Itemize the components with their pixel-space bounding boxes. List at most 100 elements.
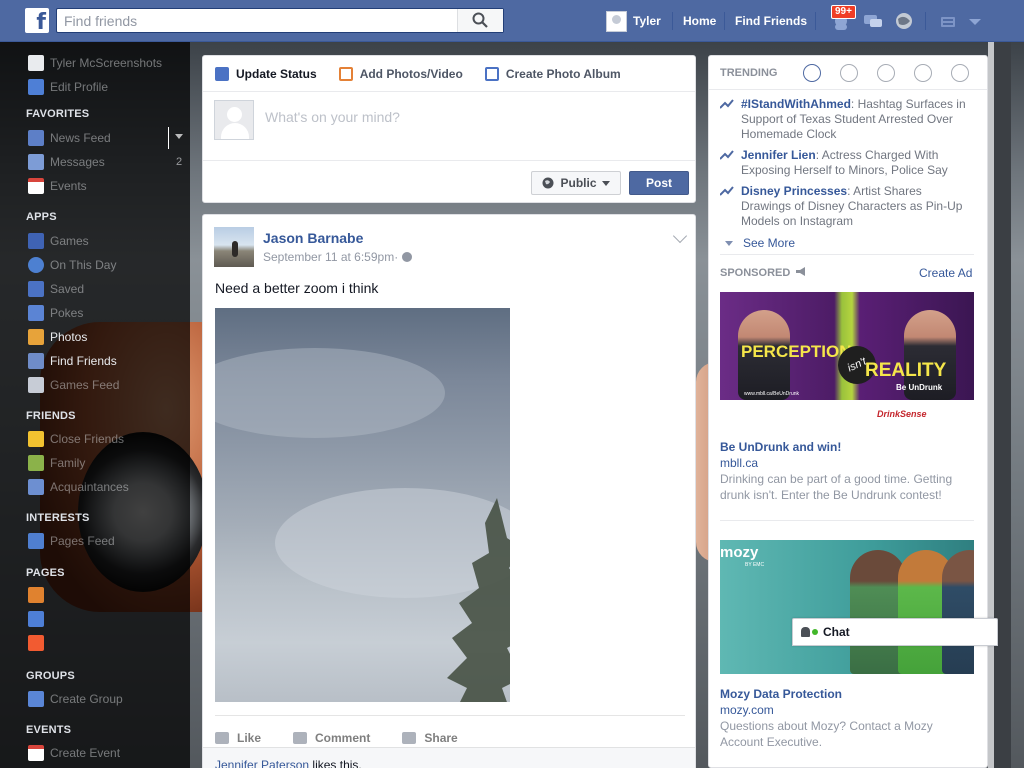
trending-item[interactable]: Disney Princesses: Artist Shares Drawing… [720,184,970,229]
avatar [214,100,254,140]
photo-cloud [215,348,445,438]
sidebar-item-create-event[interactable]: Create Event [28,744,120,762]
ad-image[interactable]: PERCEPTION isn't REALITY Be UnDrunk www.… [720,292,974,426]
sidebar-item-create-group[interactable]: Create Group [28,690,123,708]
ad-url[interactable]: mbll.ca [720,456,758,470]
nav-divider [672,12,673,30]
post-timestamp[interactable]: September 11 at 6:59pm [263,250,394,264]
comment-icon [293,731,308,744]
sidebar-item-games[interactable]: Games [28,232,89,250]
comment-button[interactable]: Comment [293,731,370,745]
tab-label: Add Photos/Video [359,66,463,81]
star-icon [28,431,44,447]
entertainment-icon[interactable] [951,64,969,82]
sidebar-item-photos[interactable]: Photos [28,328,87,346]
ad-person [942,550,974,674]
photo-tree [447,498,510,702]
sidebar-item-page[interactable] [28,634,50,652]
news-feed-options-icon[interactable] [175,134,183,139]
privacy-icon[interactable] [938,10,960,32]
find-friends-link[interactable]: Find Friends [735,14,807,28]
ad-headline: REALITY [865,360,947,381]
sidebar-item-pokes[interactable]: Pokes [28,304,83,322]
top-navigation-bar: f Tyler Home Find Friends 99+ [0,0,1024,42]
author-avatar[interactable] [214,227,254,267]
share-button[interactable]: Share [402,731,458,745]
sidebar-item-page[interactable] [28,586,50,604]
account-menu-icon[interactable] [964,10,986,32]
search-button[interactable] [457,9,503,32]
create-ad-link[interactable]: Create Ad [919,266,972,280]
sidebar-item-on-this-day[interactable]: On This Day [28,256,116,274]
like-button[interactable]: Like [215,731,261,745]
post-author[interactable]: Jason Barnabe [263,230,363,246]
ad-byline: BY EMC [745,562,765,568]
tab-update-status[interactable]: Update Status [215,66,317,81]
sidebar-item-label: Games Feed [50,378,120,392]
politics-icon[interactable] [840,64,858,82]
sidebar-item-pages-feed[interactable]: Pages Feed [28,532,115,550]
ad-url[interactable]: mozy.com [720,703,774,717]
sidebar-item-family[interactable]: Family [28,454,85,472]
ad-image[interactable]: mozy BY EMC [720,540,974,674]
sidebar-item-events[interactable]: Events [28,177,87,195]
ad-headline: PERCEPTION [741,342,852,361]
chat-tab[interactable]: Chat [792,618,998,646]
sidebar-item-label: Pokes [50,306,84,320]
trending-item[interactable]: #IStandWithAhmed: Hashtag Surfaces in Su… [720,97,970,142]
avatar-body [221,123,249,139]
bookmark-icon [28,281,44,297]
facebook-logo-icon[interactable]: f [25,8,49,33]
tab-add-photos[interactable]: Add Photos/Video [338,66,463,81]
trending-arrow-icon [720,150,734,160]
sidebar-item-label: Create Group [50,692,123,706]
post-options-chevron-icon[interactable] [672,228,688,244]
sidebar-item-messages[interactable]: Messages [28,153,105,171]
sidebar-item-label: Find Friends [50,354,117,368]
left-sidebar: Tyler McScreenshots Edit Profile FAVORIT… [0,42,190,768]
trending-arrow-icon [720,186,734,196]
notifications-icon[interactable] [893,10,915,32]
status-composer: Update Status Add Photos/Video Create Ph… [202,55,696,203]
news-feed-icon [28,130,44,146]
sidebar-item-close-friends[interactable]: Close Friends [28,430,124,448]
tab-create-album[interactable]: Create Photo Album [484,66,621,81]
audience-selector-button[interactable]: Public [531,171,621,195]
messages-icon[interactable] [862,10,884,32]
calendar-icon [28,178,44,194]
liker-name[interactable]: Jennifer Paterson [215,758,309,768]
rss-icon [28,533,44,549]
ad-title[interactable]: Mozy Data Protection [720,687,842,701]
sidebar-item-label: Photos [50,330,88,344]
trending-top-icon[interactable] [803,64,821,82]
home-link[interactable]: Home [683,14,716,28]
profile-link[interactable]: Tyler [606,10,661,32]
sidebar-item-news-feed[interactable]: News Feed [28,129,111,147]
see-more-link[interactable]: See More [725,236,795,250]
status-input[interactable] [265,106,675,128]
sidebar-item-profile[interactable]: Tyler McScreenshots [28,54,162,72]
ad-title[interactable]: Be UnDrunk and win! [720,440,841,454]
post-button[interactable]: Post [629,171,689,195]
sidebar-item-games-feed[interactable]: Games Feed [28,376,119,394]
groups-header: GROUPS [26,670,75,682]
sidebar-item-saved[interactable]: Saved [28,280,84,298]
trending-item[interactable]: Jennifer Lien: Actress Charged With Expo… [720,148,970,178]
post-meta: September 11 at 6:59pm · [263,250,413,264]
sidebar-item-edit-profile[interactable]: Edit Profile [28,78,108,96]
pencil-icon [215,66,229,81]
sidebar-item-page[interactable] [28,610,50,628]
trending-topic[interactable]: Disney Princesses [741,184,847,198]
trending-topic[interactable]: Jennifer Lien [741,148,816,162]
ad-image-url: www.mbll.ca/BeUnDrunk [744,391,800,397]
science-icon[interactable] [877,64,895,82]
sports-icon[interactable] [914,64,932,82]
sidebar-item-find-friends[interactable]: Find Friends [28,352,117,370]
post-photo[interactable] [215,308,510,702]
trending-topic[interactable]: #IStandWithAhmed [741,97,851,111]
sidebar-item-label: Games [50,234,89,248]
action-label: Comment [315,730,371,745]
sidebar-item-acquaintances[interactable]: Acquaintances [28,478,129,496]
on-this-day-icon [28,257,44,273]
search-input[interactable] [57,9,457,32]
